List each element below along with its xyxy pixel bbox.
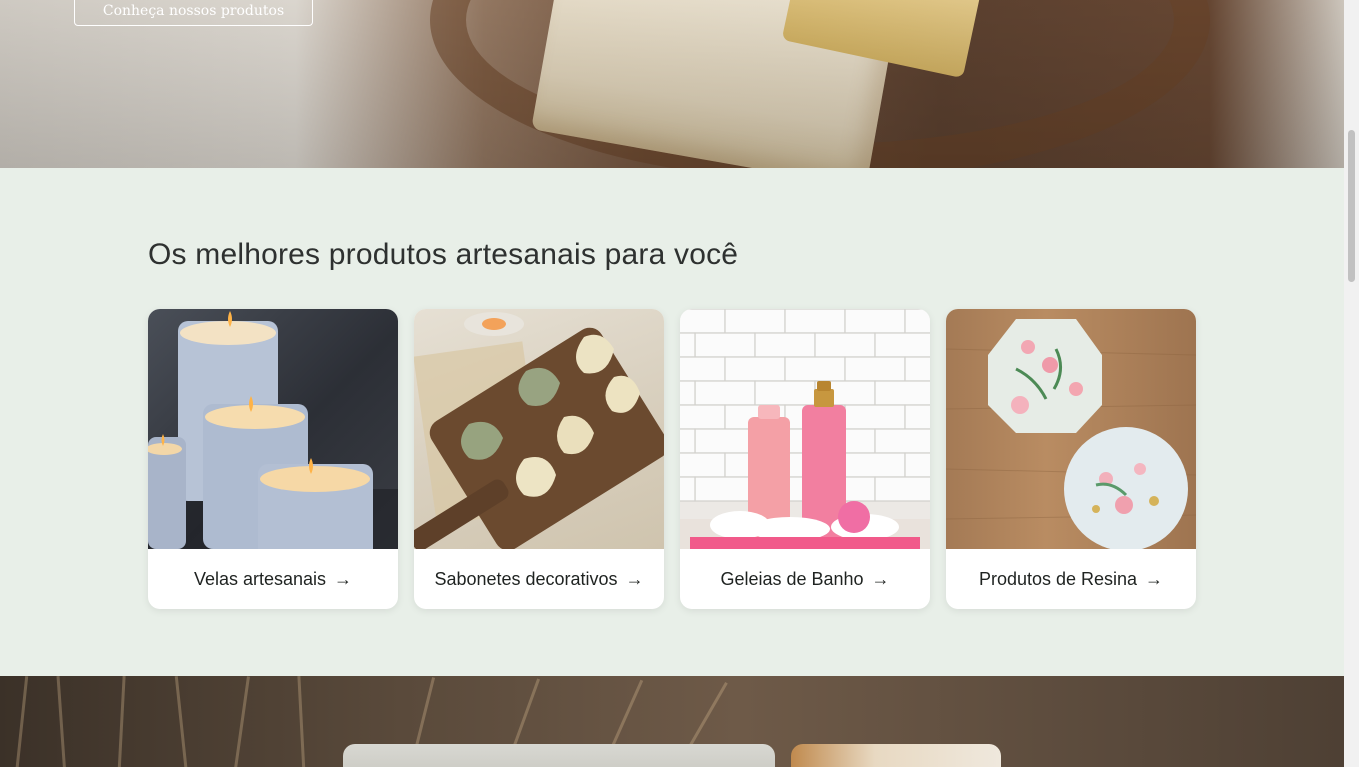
product-card-sabonetes[interactable]: Sabonetes decorativos →	[414, 309, 664, 609]
hero-banner: Conheça nossos produtos	[0, 0, 1344, 168]
product-image-soaps	[414, 309, 664, 549]
products-section: Os melhores produtos artesanais para voc…	[0, 168, 1344, 676]
product-card-label: Sabonetes decorativos	[434, 568, 618, 589]
arrow-right-icon: →	[1145, 569, 1164, 589]
product-card-label: Velas artesanais	[193, 568, 327, 589]
product-card-geleias[interactable]: Geleias de Banho →	[680, 309, 930, 609]
product-cards: Velas artesanais → Sabonetes decorativos…	[148, 309, 1196, 609]
product-card-velas[interactable]: Velas artesanais →	[148, 309, 398, 609]
arrow-right-icon: →	[625, 569, 644, 589]
bottom-banner	[0, 676, 1344, 767]
product-card-label: Produtos de Resina	[978, 568, 1138, 589]
bottom-card-image	[791, 744, 1001, 767]
product-image-resin	[946, 309, 1196, 549]
arrow-right-icon: →	[871, 569, 890, 589]
section-title: Os melhores produtos artesanais para voc…	[148, 238, 739, 271]
hero-cta-button[interactable]: Conheça nossos produtos	[74, 0, 313, 26]
scrollbar-thumb[interactable]	[1348, 130, 1355, 282]
bottom-card-image	[343, 744, 775, 767]
arrow-right-icon: →	[334, 569, 353, 589]
product-image-bath-jelly	[680, 309, 930, 549]
product-image-candles	[148, 309, 398, 549]
product-card-label: Geleias de Banho	[720, 568, 864, 589]
product-card-resina[interactable]: Produtos de Resina →	[946, 309, 1196, 609]
page-scrollbar[interactable]	[1344, 0, 1359, 767]
